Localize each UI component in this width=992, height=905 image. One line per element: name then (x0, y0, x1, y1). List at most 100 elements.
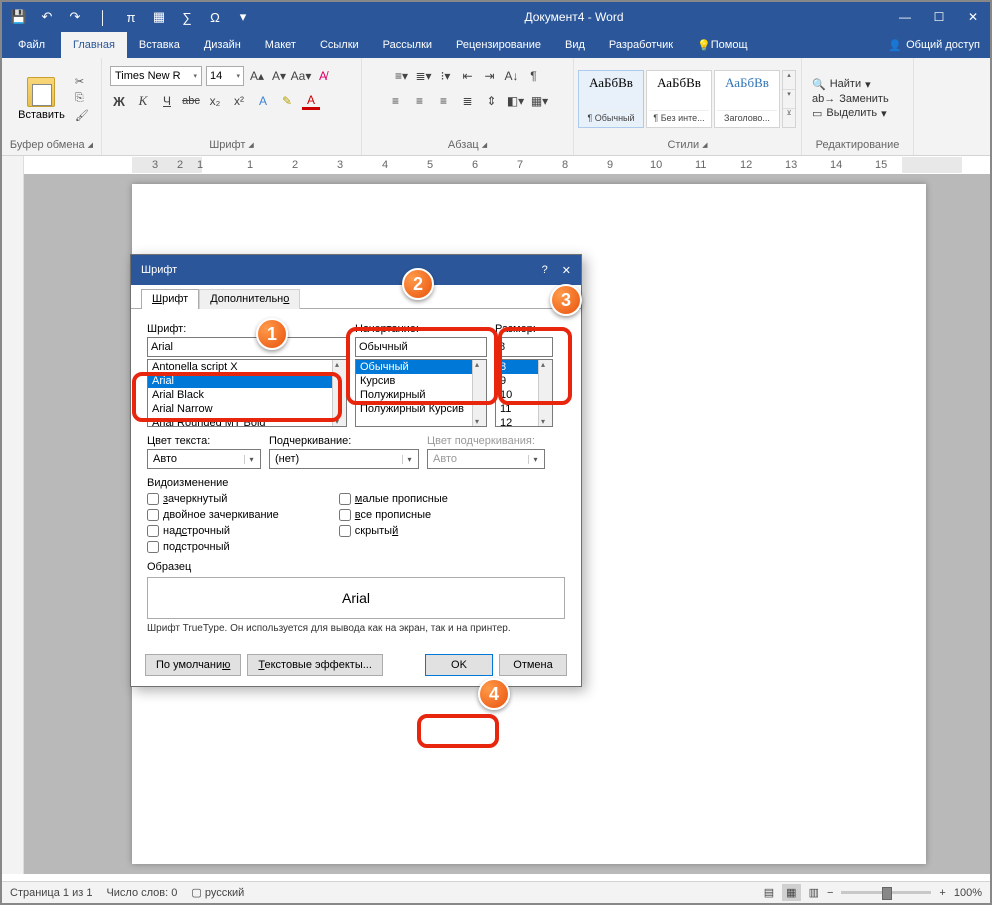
indent-icon[interactable]: ⇥ (481, 67, 499, 85)
tab-design[interactable]: Дизайн (192, 32, 253, 58)
tab-mailings[interactable]: Рассылки (371, 32, 444, 58)
ok-button[interactable]: OK (425, 654, 493, 676)
text-effects-icon[interactable]: A (254, 92, 272, 110)
tab-tell-me[interactable]: 💡 Помощ (685, 32, 759, 58)
help-icon[interactable]: ? (542, 264, 548, 277)
align-right-icon[interactable]: ≡ (435, 92, 453, 110)
font-listbox[interactable]: Antonella script X Arial Arial Black Ari… (147, 359, 347, 427)
view-web-icon[interactable]: ▥ (809, 886, 819, 899)
status-words[interactable]: Число слов: 0 (106, 887, 177, 899)
copy-icon[interactable]: ⎘ (75, 92, 91, 106)
scrollbar[interactable] (332, 360, 346, 426)
show-marks-icon[interactable]: ¶ (525, 67, 543, 85)
omega-icon[interactable]: Ω (208, 10, 222, 24)
subscript-button[interactable]: x₂ (206, 92, 224, 110)
shading-icon[interactable]: ◧▾ (507, 92, 525, 110)
superscript-button[interactable]: x² (230, 92, 248, 110)
maximize-button[interactable]: ☐ (922, 2, 956, 32)
launcher-icon[interactable]: ◢ (482, 141, 487, 149)
tab-review[interactable]: Рецензирование (444, 32, 553, 58)
zoom-level[interactable]: 100% (954, 887, 982, 899)
strike-button[interactable]: abc (182, 92, 200, 110)
underline-button[interactable]: Ч (158, 92, 176, 110)
grow-font-icon[interactable]: A▴ (248, 67, 266, 85)
view-read-icon[interactable]: ▤ (764, 886, 774, 899)
find-button[interactable]: 🔍 Найти ▾ (812, 78, 871, 91)
underline-combo[interactable]: (нет)▾ (269, 449, 419, 469)
tab-file[interactable]: Файл (2, 32, 61, 58)
style-listbox[interactable]: Обычный Курсив Полужирный Полужирный Кур… (355, 359, 487, 427)
font-size-combo[interactable]: 14▾ (206, 66, 244, 86)
sort-icon[interactable]: A↓ (503, 67, 521, 85)
size-input[interactable] (495, 337, 553, 357)
close-button[interactable]: ✕ (956, 2, 990, 32)
zoom-out-icon[interactable]: − (827, 887, 833, 899)
vertical-ruler[interactable] (2, 174, 24, 874)
select-button[interactable]: ▭ Выделить ▾ (812, 107, 887, 120)
bold-button[interactable]: Ж (110, 92, 128, 110)
tab-layout[interactable]: Макет (253, 32, 308, 58)
outdent-icon[interactable]: ⇤ (459, 67, 477, 85)
undo-icon[interactable]: ↶ (40, 10, 54, 24)
styles-down-icon[interactable]: ▾ (783, 89, 795, 108)
default-button[interactable]: По умолчанию (145, 654, 241, 676)
style-heading1[interactable]: АаБбВвЗаголово... (714, 70, 780, 128)
dialog-tab-advanced[interactable]: Дополнительно (199, 289, 300, 309)
align-center-icon[interactable]: ≡ (411, 92, 429, 110)
multilevel-icon[interactable]: ⁝▾ (437, 67, 455, 85)
justify-icon[interactable]: ≣ (459, 92, 477, 110)
table-icon[interactable]: ▦ (152, 10, 166, 24)
checkbox-smallcaps[interactable]: малые прописные (339, 493, 448, 505)
bullets-icon[interactable]: ≡▾ (393, 67, 411, 85)
format-painter-icon[interactable]: 🖌 (75, 109, 91, 123)
dialog-tab-font[interactable]: Шрифт (141, 289, 199, 309)
style-normal[interactable]: АаБбВв¶ Обычный (578, 70, 644, 128)
checkbox-sub[interactable]: подстрочный (147, 541, 279, 553)
change-case-icon[interactable]: Aa▾ (292, 67, 310, 85)
status-page[interactable]: Страница 1 из 1 (10, 887, 92, 899)
dropdown-icon[interactable]: ▾ (236, 10, 250, 24)
paste-button[interactable]: Вставить (12, 75, 71, 123)
clear-format-icon[interactable]: А̸ (314, 67, 332, 85)
minimize-button[interactable]: — (888, 2, 922, 32)
italic-button[interactable]: К (134, 92, 152, 110)
font-input[interactable] (147, 337, 347, 357)
checkbox-hidden[interactable]: скрытый (339, 525, 448, 537)
align-left-icon[interactable]: ≡ (387, 92, 405, 110)
line-spacing-icon[interactable]: ⇕ (483, 92, 501, 110)
redo-icon[interactable]: ↷ (68, 10, 82, 24)
size-listbox[interactable]: 8 9 10 11 12 (495, 359, 553, 427)
style-nospacing[interactable]: АаБбВв¶ Без инте... (646, 70, 712, 128)
dialog-close-icon[interactable]: ✕ (562, 264, 571, 277)
tab-references[interactable]: Ссылки (308, 32, 371, 58)
borders-icon[interactable]: ▦▾ (531, 92, 549, 110)
tab-view[interactable]: Вид (553, 32, 597, 58)
checkbox-dstrike[interactable]: двойное зачеркивание (147, 509, 279, 521)
replace-button[interactable]: ab→ Заменить (812, 93, 889, 105)
checkbox-strike[interactable]: зачеркнутый (147, 493, 279, 505)
zoom-slider[interactable] (841, 891, 931, 894)
styles-up-icon[interactable]: ▴ (783, 71, 795, 89)
tab-developer[interactable]: Разработчик (597, 32, 685, 58)
pi-icon[interactable]: π (124, 10, 138, 24)
shrink-font-icon[interactable]: A▾ (270, 67, 288, 85)
launcher-icon[interactable]: ◢ (702, 141, 707, 149)
style-input[interactable] (355, 337, 487, 357)
checkbox-super[interactable]: надстрочный (147, 525, 279, 537)
font-color-icon[interactable]: A (302, 92, 320, 110)
text-effects-button[interactable]: Текстовые эффекты... (247, 654, 383, 676)
view-print-icon[interactable]: ▦ (782, 884, 800, 901)
cut-icon[interactable]: ✂ (75, 75, 91, 89)
scrollbar[interactable] (538, 360, 552, 426)
highlight-icon[interactable]: ✎ (278, 92, 296, 110)
numbering-icon[interactable]: ≣▾ (415, 67, 433, 85)
tab-home[interactable]: Главная (61, 32, 127, 58)
horizontal-ruler[interactable]: 321 123456789101112131415 (132, 157, 990, 173)
styles-more-icon[interactable]: ⊻ (783, 108, 795, 127)
sum-icon[interactable]: ∑ (180, 10, 194, 24)
save-icon[interactable]: 💾 (12, 10, 26, 24)
zoom-in-icon[interactable]: + (939, 887, 945, 899)
tab-insert[interactable]: Вставка (127, 32, 192, 58)
color-combo[interactable]: Авто▾ (147, 449, 261, 469)
launcher-icon[interactable]: ◢ (248, 141, 253, 149)
